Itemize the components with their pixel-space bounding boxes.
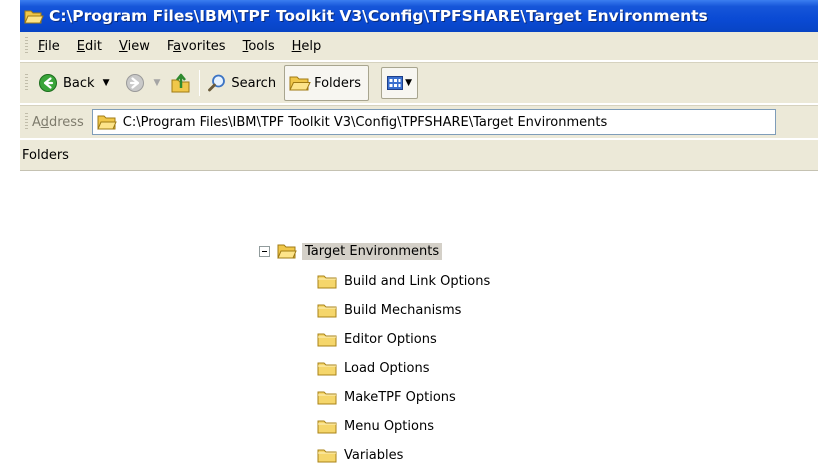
folder-icon [317,420,337,434]
forward-dropdown-icon[interactable]: ▼ [153,78,160,88]
tree-node-label: Menu Options [344,418,434,434]
search-button[interactable]: Search [207,67,276,99]
back-label: Back [63,75,95,91]
search-icon [208,74,226,92]
menu-view[interactable]: View [119,39,150,54]
title-bar[interactable]: C:\Program Files\IBM\TPF Toolkit V3\Conf… [20,0,818,32]
standard-toolbar: Back ▼ ▼ Search Folders ▼ [20,62,818,104]
tree-node-target-environments[interactable]: Target Environments [259,240,443,262]
back-dropdown-icon[interactable]: ▼ [103,78,110,88]
views-button[interactable]: ▼ [381,67,419,99]
address-bar: Address C:\Program Files\IBM\TPF Toolkit… [20,105,818,138]
views-grid-icon [387,76,404,90]
search-label: Search [231,75,277,91]
back-button[interactable]: Back ▼ [38,67,109,99]
tree-node[interactable]: Build Mechanisms [317,299,463,321]
toolbar-separator [199,70,201,96]
tree-node-label: Build Mechanisms [344,302,462,318]
folder-open-icon [24,10,44,23]
folders-pane-title: Folders [22,147,69,163]
menu-tools[interactable]: Tools [243,39,275,54]
folder-icon [317,304,337,318]
menu-bar: File Edit View Favorites Tools Help [20,32,818,61]
folder-icon [317,275,337,289]
views-dropdown-icon: ▼ [405,78,412,88]
tree-node[interactable]: Editor Options [317,328,439,350]
forward-button[interactable]: ▼ [125,67,160,99]
address-input[interactable]: C:\Program Files\IBM\TPF Toolkit V3\Conf… [91,109,776,135]
back-arrow-icon [39,74,57,92]
folders-icon [289,76,311,91]
tree-node-label: Build and Link Options [344,273,491,289]
tree-node-label: MakeTPF Options [344,389,456,405]
up-folder-button[interactable] [170,67,192,99]
folder-icon [97,115,117,130]
forward-arrow-icon [126,74,145,92]
window-title: C:\Program Files\IBM\TPF Toolkit V3\Conf… [49,7,708,25]
folder-icon [317,362,337,376]
address-value: C:\Program Files\IBM\TPF Toolkit V3\Conf… [122,114,608,130]
folders-button[interactable]: Folders [284,65,370,101]
up-folder-icon [171,73,190,93]
tree-node[interactable]: Load Options [317,357,431,379]
address-label: Address [32,114,84,130]
menu-favorites[interactable]: Favorites [167,39,226,54]
tree-node-label: Load Options [344,360,430,376]
folders-pane-header: Folders [20,139,818,171]
folders-label: Folders [314,75,362,91]
tree-node-label: Editor Options [344,331,437,347]
desktop-strip [0,0,20,476]
tree-node[interactable]: Build and Link Options [317,270,492,292]
folder-icon [317,391,337,405]
explorer-window: C:\Program Files\IBM\TPF Toolkit V3\Conf… [20,0,818,476]
menu-file[interactable]: File [38,39,60,54]
menubar-grip[interactable] [25,37,28,55]
tree-node[interactable]: Variables [317,444,405,466]
toolbar-grip[interactable] [25,74,28,92]
folder-icon [317,449,337,463]
menu-help[interactable]: Help [292,39,322,54]
addressbar-grip[interactable] [25,113,28,131]
collapse-toggle-icon[interactable] [259,245,270,257]
tree-node[interactable]: Menu Options [317,415,436,437]
tree-node-label: Target Environments [302,242,443,260]
menu-edit[interactable]: Edit [77,39,102,54]
tree-node-label: Variables [344,447,404,463]
tree-node[interactable]: MakeTPF Options [317,386,458,408]
folder-open-icon [277,244,297,259]
folder-icon [317,333,337,347]
folder-tree: Target Environments Build and Link Optio… [20,172,818,476]
